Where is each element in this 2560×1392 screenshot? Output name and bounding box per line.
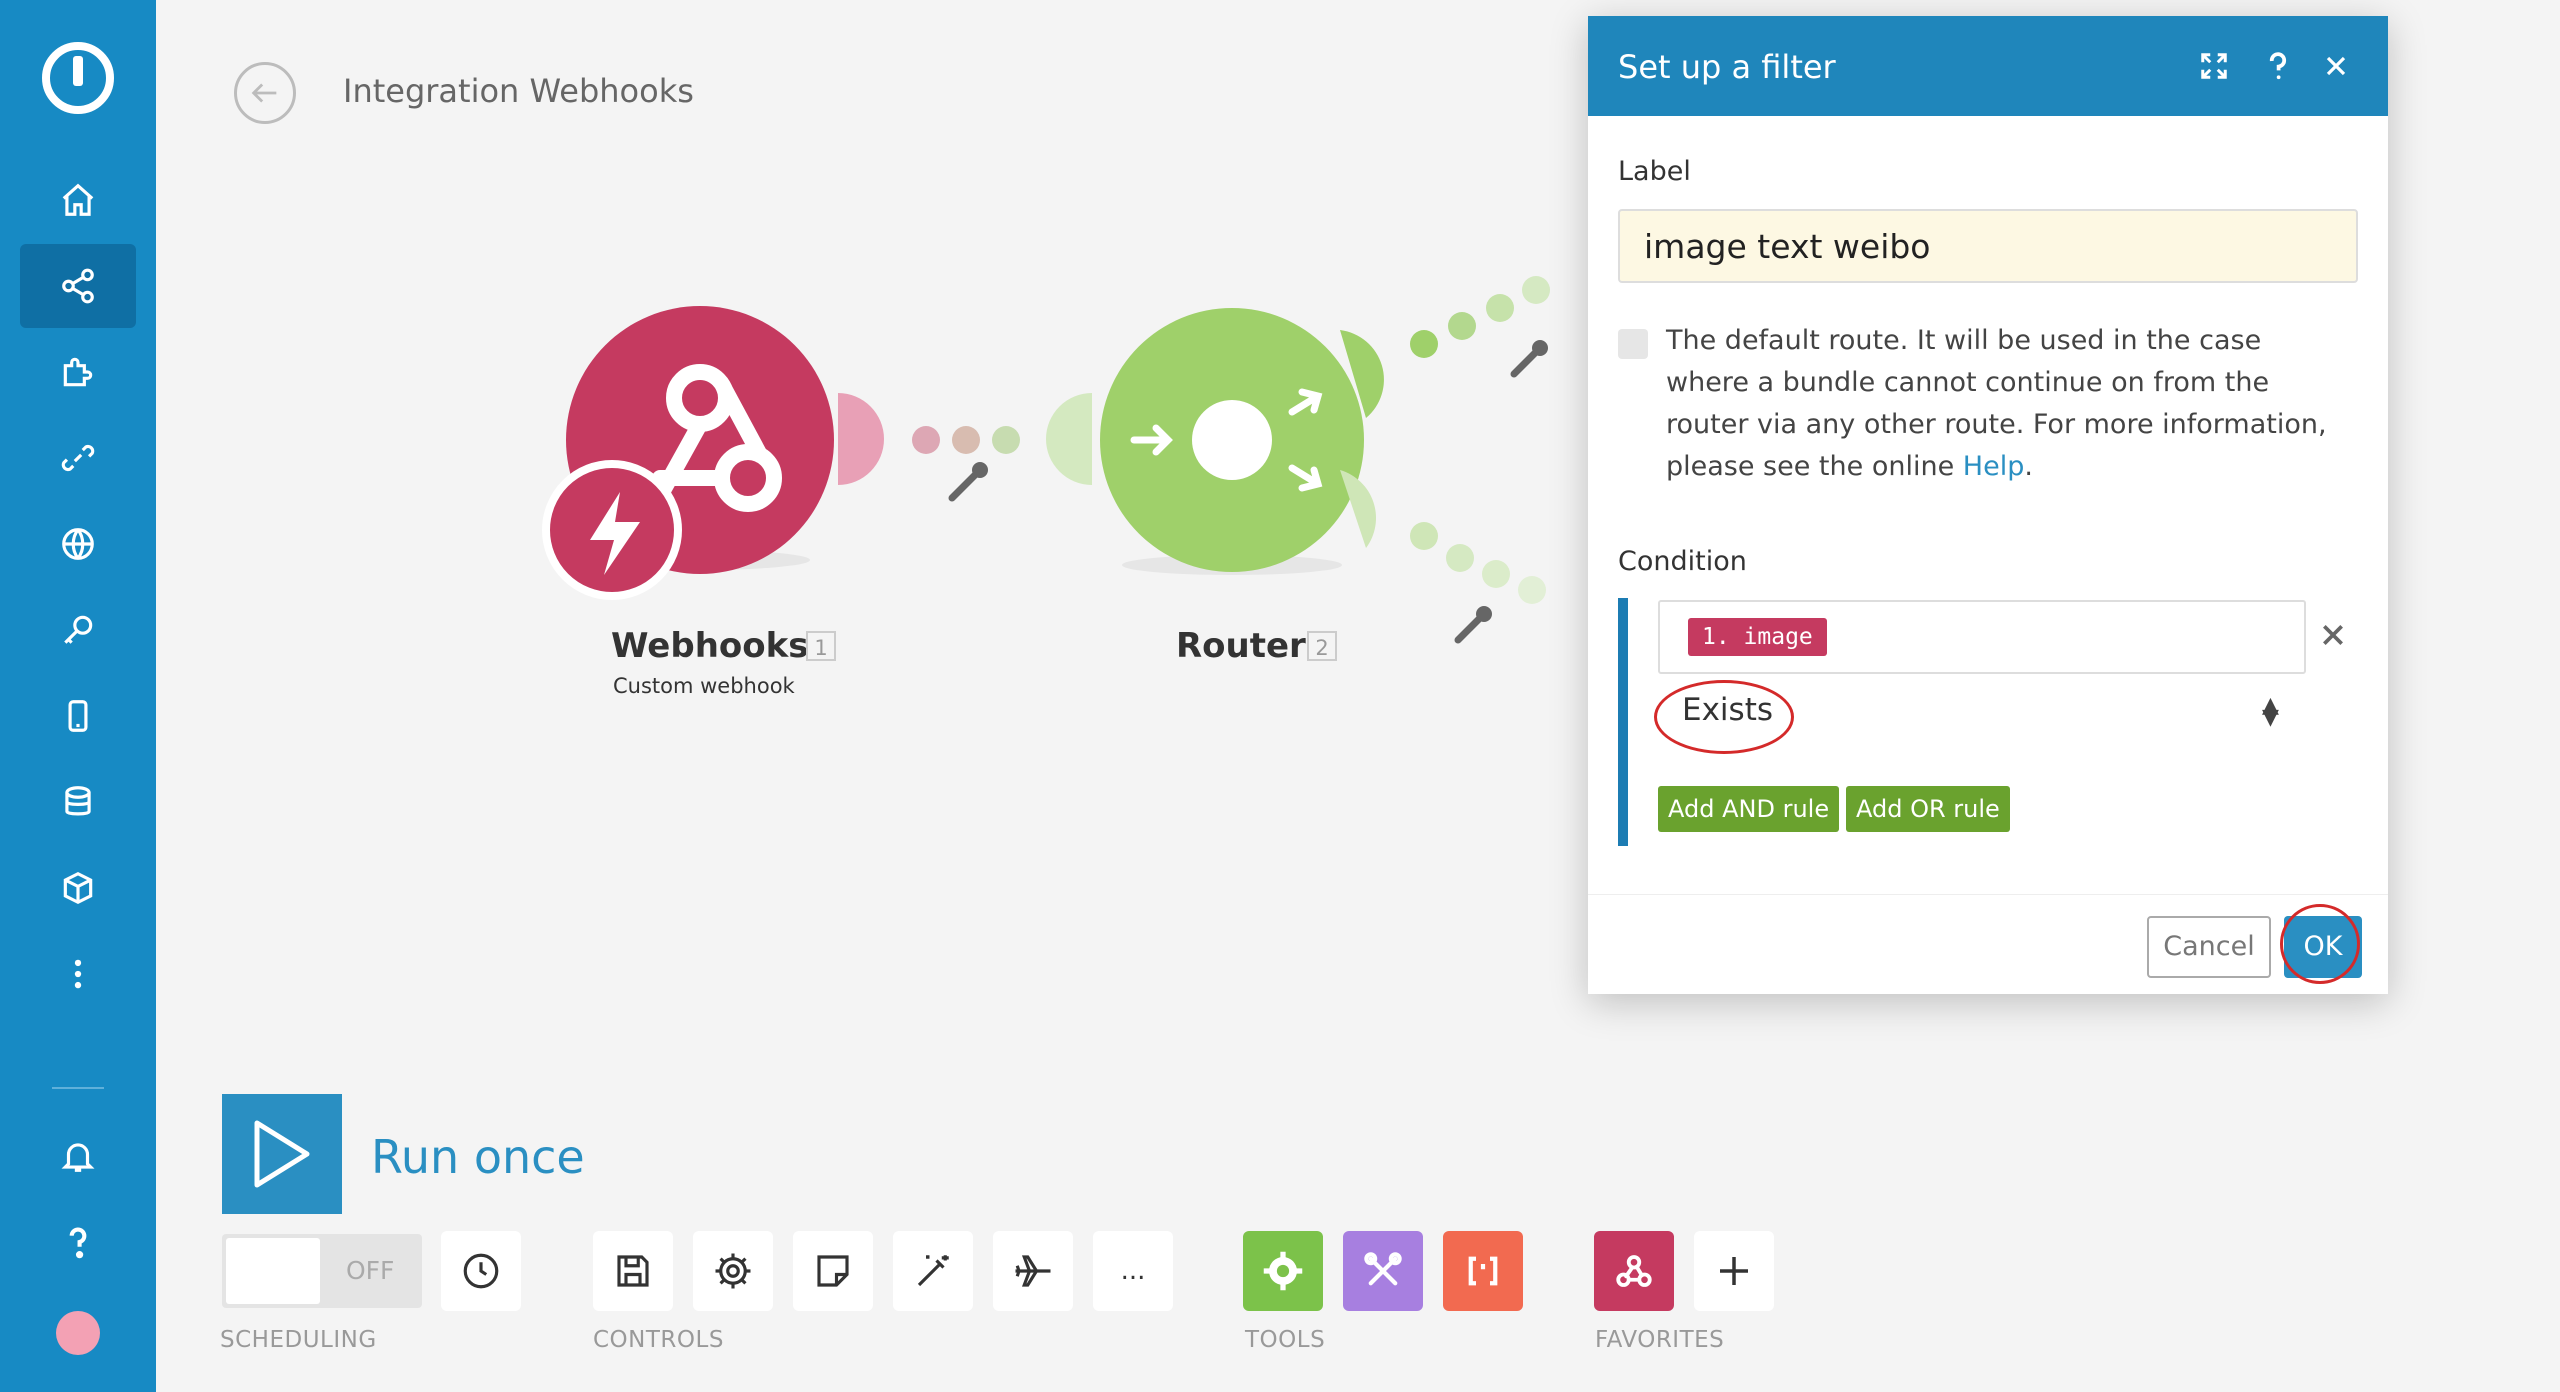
gear-icon — [715, 1253, 751, 1289]
default-route-description: The default route. It will be used in th… — [1666, 320, 2346, 488]
webhooks-module-index: 1 — [806, 631, 836, 661]
webhook-icon — [1616, 1255, 1652, 1287]
scheduling-toggle[interactable]: OFF — [222, 1234, 422, 1308]
help-button[interactable] — [2256, 44, 2300, 88]
cancel-button[interactable]: Cancel — [2147, 916, 2271, 978]
expand-icon — [2201, 53, 2227, 79]
gear-icon — [1263, 1251, 1303, 1291]
note-icon — [817, 1255, 849, 1287]
add-and-rule-button[interactable]: Add AND rule — [1658, 786, 1840, 832]
label-heading: Label — [1618, 156, 1691, 187]
connection-dots-route-1[interactable] — [1410, 276, 1550, 358]
connection-dots-1-2[interactable] — [912, 426, 1020, 454]
router-output-connector-2 — [1340, 470, 1376, 548]
scheduling-section-label: SCHEDULING — [220, 1327, 377, 1353]
run-once-label[interactable]: Run once — [371, 1130, 585, 1184]
notes-button[interactable] — [793, 1231, 873, 1311]
question-icon — [2269, 52, 2287, 80]
condition-group-bar — [1618, 598, 1628, 846]
toggle-label: OFF — [346, 1256, 395, 1285]
router-module-index: 2 — [1307, 631, 1337, 661]
auto-align-button[interactable] — [893, 1231, 973, 1311]
airplane-icon — [1015, 1255, 1051, 1287]
magic-wand-icon — [917, 1255, 949, 1287]
schedule-settings-button[interactable] — [441, 1231, 521, 1311]
filter-dialog: Set up a filter Label The default route.… — [1588, 16, 2388, 994]
favorite-webhooks-button[interactable] — [1594, 1231, 1674, 1311]
more-controls-button[interactable]: ... — [1093, 1231, 1173, 1311]
favorites-section-label: FAVORITES — [1595, 1327, 1725, 1353]
save-icon — [617, 1255, 649, 1287]
add-or-rule-button[interactable]: Add OR rule — [1846, 786, 2010, 832]
tools-json-button[interactable] — [1443, 1231, 1523, 1311]
add-favorite-button[interactable] — [1694, 1231, 1774, 1311]
webhook-output-connector — [838, 393, 884, 485]
close-button[interactable] — [2314, 44, 2358, 88]
close-icon — [2323, 625, 2343, 645]
explain-flow-button[interactable] — [993, 1231, 1073, 1311]
router-module[interactable] — [1100, 308, 1364, 575]
select-arrows-icon[interactable]: ▲ ▼ — [2262, 695, 2279, 729]
annotation-circle-ok — [2280, 904, 2360, 984]
label-input[interactable] — [1618, 209, 2358, 283]
run-once-button[interactable] — [222, 1094, 342, 1214]
tools-utilities-button[interactable] — [1343, 1231, 1423, 1311]
scenario-settings-button[interactable] — [693, 1231, 773, 1311]
wrench-icon[interactable] — [948, 462, 988, 502]
condition-operand-field[interactable]: 1. image — [1658, 600, 2306, 674]
tools-section-label: TOOLS — [1245, 1327, 1326, 1353]
wrench-icon[interactable] — [1454, 606, 1492, 644]
save-button[interactable] — [593, 1231, 673, 1311]
webhooks-module-subtitle: Custom webhook — [613, 674, 795, 698]
tools-icon — [1364, 1252, 1402, 1286]
plus-icon — [1720, 1257, 1748, 1285]
dialog-title: Set up a filter — [1618, 48, 1836, 86]
close-icon — [2326, 56, 2346, 76]
condition-heading: Condition — [1618, 546, 1747, 577]
remove-condition-button[interactable] — [2320, 616, 2346, 657]
brackets-icon — [1468, 1256, 1498, 1286]
webhooks-module-name: Webhooks — [611, 626, 809, 666]
router-module-name: Router — [1176, 626, 1306, 666]
dialog-header: Set up a filter — [1588, 16, 2388, 116]
wrench-icon[interactable] — [1510, 340, 1548, 378]
clock-icon — [463, 1253, 499, 1289]
condition-variable-pill[interactable]: 1. image — [1688, 618, 1827, 656]
default-route-checkbox[interactable] — [1618, 329, 1648, 359]
help-link[interactable]: Help — [1963, 451, 2025, 482]
dialog-footer-divider — [1588, 894, 2388, 895]
webhooks-module[interactable] — [542, 306, 834, 600]
play-icon — [254, 1120, 310, 1188]
toggle-knob — [226, 1238, 320, 1304]
tools-flow-control-button[interactable] — [1243, 1231, 1323, 1311]
connection-dots-route-2[interactable] — [1410, 522, 1546, 604]
maximize-button[interactable] — [2192, 44, 2236, 88]
annotation-circle-operator — [1654, 680, 1794, 754]
controls-section-label: CONTROLS — [593, 1327, 724, 1353]
period: . — [2024, 451, 2033, 482]
router-input-connector — [1046, 393, 1092, 485]
